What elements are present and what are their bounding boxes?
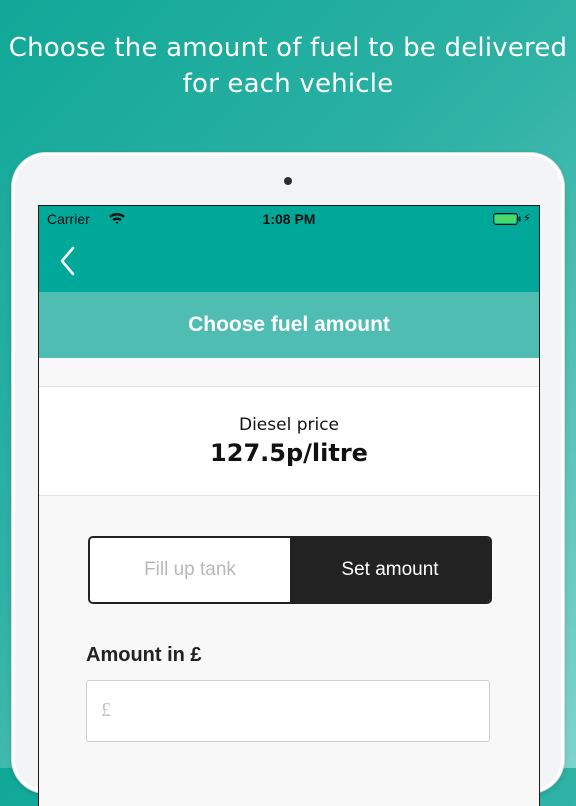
camera-icon (284, 177, 292, 185)
carrier-label: Carrier (47, 211, 90, 227)
charging-bolt-icon: ⚡ (522, 211, 531, 225)
navigation-bar (39, 232, 539, 292)
set-amount-option[interactable]: Set amount (290, 538, 490, 602)
headline-line-2: for each vehicle (182, 69, 394, 99)
fuel-mode-segmented-control: Fill up tank Set amount (88, 536, 492, 604)
app-screen: Carrier 1:08 PM ⚡ Choose fuel amount Die… (38, 205, 540, 806)
page-title: Choose fuel amount (188, 313, 390, 336)
status-bar: Carrier 1:08 PM ⚡ (39, 206, 539, 232)
fuel-price-label: Diesel price (238, 415, 340, 435)
fill-up-tank-option[interactable]: Fill up tank (90, 538, 290, 602)
currency-prefix: £ (101, 699, 111, 721)
page-title-bar: Choose fuel amount (39, 292, 539, 358)
wifi-icon (109, 212, 125, 224)
battery-charging-icon (493, 213, 521, 225)
marketing-headline: Choose the amount of fuel to be delivere… (0, 30, 576, 102)
chevron-left-icon[interactable] (57, 244, 81, 278)
fuel-price-value: 127.5p/litre (210, 439, 368, 467)
fuel-price-card: Diesel price 127.5p/litre (39, 386, 539, 496)
amount-input[interactable]: £ (86, 680, 490, 742)
tablet-frame: Carrier 1:08 PM ⚡ Choose fuel amount Die… (12, 153, 564, 806)
headline-line-1: Choose the amount of fuel to be delivere… (8, 33, 568, 63)
amount-label: Amount in £ (86, 644, 202, 666)
